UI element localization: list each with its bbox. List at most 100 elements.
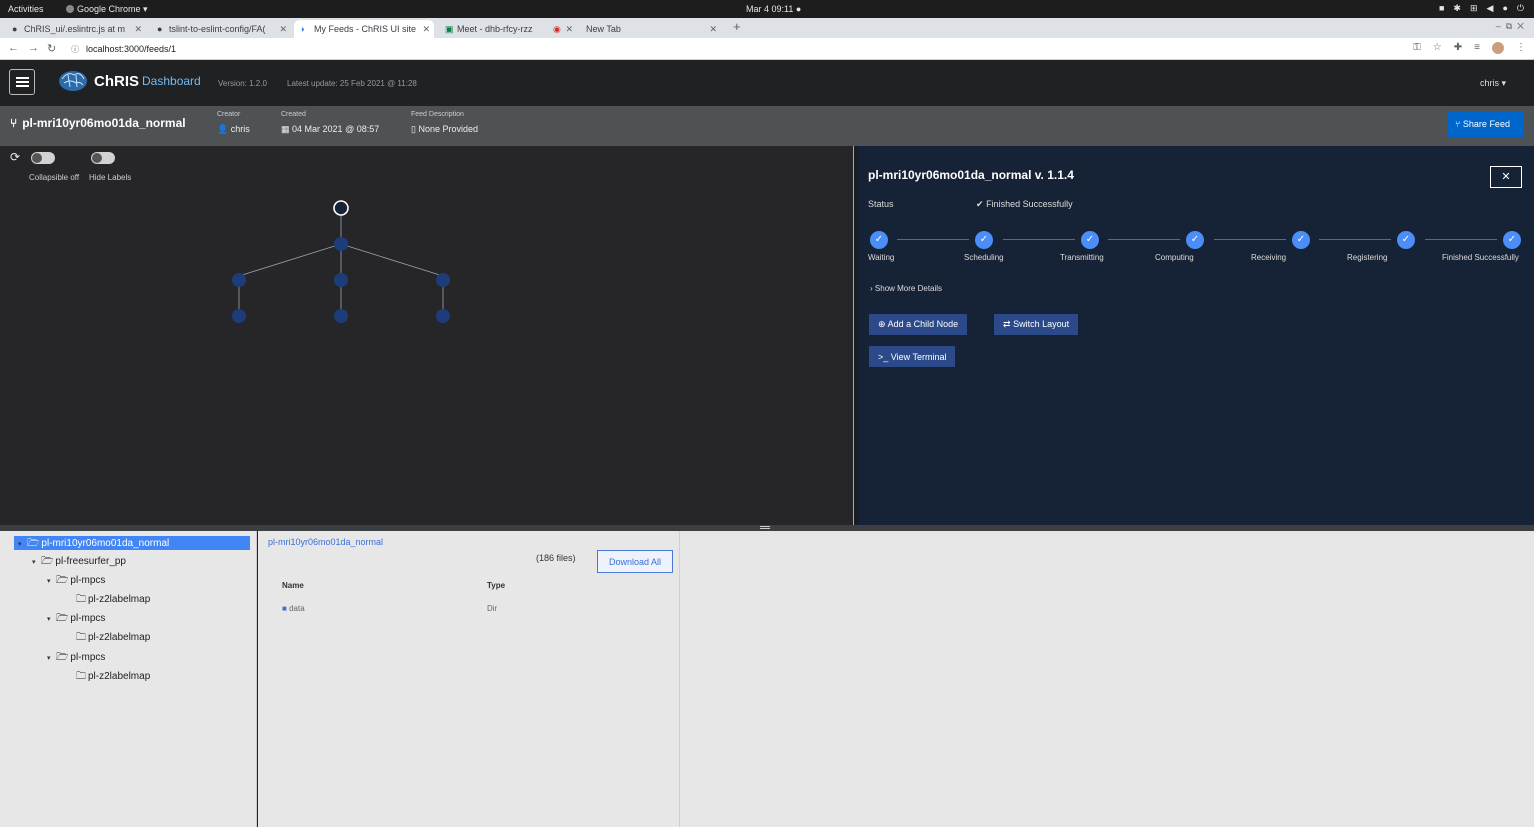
close-tab-icon[interactable]: ✕ bbox=[134, 24, 142, 35]
tree-node-label: pl-z2labelmap bbox=[88, 594, 151, 605]
browser-tab[interactable]: ● ChRIS_ui/.eslintrc.js at m ✕ bbox=[12, 20, 146, 38]
download-all-button[interactable]: Download All bbox=[597, 550, 673, 573]
tree-node-label: pl-z2labelmap bbox=[88, 632, 151, 643]
folder-icon: 🗀 bbox=[76, 594, 86, 605]
tree-node-label: pl-mri10yr06mo01da_normal bbox=[41, 538, 170, 549]
volume-icon[interactable]: ◀ bbox=[1487, 3, 1494, 14]
caret-down-icon[interactable]: ▾ bbox=[18, 540, 27, 548]
tree-node-label: pl-freesurfer_pp bbox=[55, 556, 126, 567]
more-icon[interactable]: ⋮ bbox=[1516, 42, 1526, 54]
step-label: Computing bbox=[1155, 253, 1194, 262]
table-row[interactable]: ■ data bbox=[282, 604, 305, 613]
show-more-label: Show More Details bbox=[874, 284, 943, 293]
brand-name[interactable]: ChRIS bbox=[94, 73, 139, 90]
new-tab-button[interactable]: + bbox=[733, 19, 741, 34]
folder-icon: 🗀 bbox=[76, 632, 86, 643]
tree-node[interactable]: 🗀 pl-z2labelmap bbox=[76, 630, 150, 647]
graph-node[interactable] bbox=[232, 309, 246, 323]
tree-node[interactable]: ▾ 🗁 pl-mpcs bbox=[47, 611, 105, 628]
tree-node[interactable]: ▾ 🗁 pl-freesurfer_pp bbox=[32, 554, 126, 571]
layout-icon: ⇄ bbox=[1003, 319, 1011, 329]
caret-down-icon[interactable]: ▾ bbox=[32, 558, 41, 566]
graph-node[interactable] bbox=[436, 309, 450, 323]
app-menu[interactable]: Google Chrome ▾ bbox=[66, 4, 148, 15]
system-tray[interactable]: ■ ✱ ⊞ ◀ ● ⏻ bbox=[1439, 3, 1524, 14]
close-tab-icon[interactable]: ✕ bbox=[422, 24, 430, 35]
close-tab-icon[interactable]: ✕ bbox=[709, 24, 717, 35]
show-more-details-toggle[interactable]: › Show More Details bbox=[870, 284, 942, 293]
folder-icon: 🗀 bbox=[76, 671, 86, 682]
network-icon[interactable]: ⊞ bbox=[1470, 3, 1478, 14]
step-check-icon: ✓ bbox=[1081, 231, 1099, 249]
reload-icon[interactable]: ↻ bbox=[47, 42, 56, 55]
url-field[interactable]: localhost:3000/feeds/1 bbox=[86, 44, 176, 54]
step-label: Finished Successfully bbox=[1442, 253, 1519, 262]
browser-tab-active[interactable]: ◗ My Feeds - ChRIS UI site ✕ bbox=[294, 20, 434, 38]
user-menu[interactable]: chris ▾ bbox=[1480, 78, 1506, 89]
step-label: Scheduling bbox=[964, 253, 1004, 262]
settings-icon[interactable]: ✱ bbox=[1453, 3, 1461, 14]
chris-brain-logo-icon bbox=[59, 71, 87, 91]
plus-circle-icon: ⊕ bbox=[878, 319, 886, 329]
hamburger-menu-button[interactable] bbox=[9, 69, 35, 95]
step-label: Waiting bbox=[868, 253, 895, 262]
record-icon: ◉ bbox=[553, 24, 561, 34]
graph-node[interactable] bbox=[334, 237, 348, 251]
node-details-panel: pl-mri10yr06mo01da_normal v. 1.1.4 ✕ Sta… bbox=[858, 146, 1534, 525]
feed-title: ⑂ pl-mri10yr06mo01da_normal bbox=[10, 116, 186, 130]
tab-label: New Tab bbox=[586, 24, 621, 34]
tab-label: My Feeds - ChRIS UI site bbox=[314, 24, 417, 34]
tab-label: Meet - dhb-rfcy-rzz bbox=[457, 24, 533, 34]
step-connector bbox=[1003, 239, 1075, 240]
graph-node[interactable] bbox=[334, 273, 348, 287]
mic-icon[interactable]: ● bbox=[1502, 3, 1507, 14]
tree-node[interactable]: 🗀 pl-z2labelmap bbox=[76, 592, 150, 609]
tree-node[interactable]: 🗀 pl-z2labelmap bbox=[76, 669, 150, 686]
folder-open-icon: 🗁 bbox=[56, 652, 69, 663]
close-tab-icon[interactable]: ✕ bbox=[279, 24, 287, 35]
menu-icon[interactable]: ≡ bbox=[1474, 42, 1480, 54]
browser-tab[interactable]: ◉ New Tab ✕ bbox=[553, 20, 721, 38]
share-feed-button[interactable]: ⑂ Share Feed bbox=[1447, 111, 1523, 137]
graph-node[interactable] bbox=[232, 273, 246, 287]
forward-icon[interactable]: → bbox=[28, 42, 39, 54]
switch-layout-button[interactable]: ⇄ Switch Layout bbox=[994, 314, 1079, 335]
add-child-node-button[interactable]: ⊕ Add a Child Node bbox=[869, 314, 968, 335]
branch-icon: ⑂ bbox=[10, 116, 18, 130]
graph-node[interactable] bbox=[436, 273, 450, 287]
step-connector bbox=[1425, 239, 1497, 240]
extensions-icon[interactable]: ✚ bbox=[1454, 42, 1462, 54]
profile-avatar[interactable] bbox=[1492, 42, 1504, 54]
graph-node-root[interactable] bbox=[333, 200, 349, 216]
power-icon[interactable]: ⏻ bbox=[1517, 3, 1524, 14]
tree-node-label: pl-mpcs bbox=[70, 652, 106, 663]
close-details-button[interactable]: ✕ bbox=[1490, 166, 1522, 188]
graph-node[interactable] bbox=[334, 309, 348, 323]
browser-tab[interactable]: ● tslint-to-eslint-config/FA( ✕ bbox=[157, 20, 291, 38]
window-controls[interactable]: ‒ ⧉ ✕ bbox=[1496, 21, 1524, 32]
breadcrumb[interactable]: pl-mri10yr06mo01da_normal bbox=[268, 537, 383, 547]
caret-down-icon[interactable]: ▾ bbox=[47, 577, 56, 585]
feed-tree-graph[interactable] bbox=[0, 146, 853, 525]
caret-down-icon[interactable]: ▾ bbox=[47, 654, 56, 662]
add-child-label: Add a Child Node bbox=[887, 319, 959, 329]
star-icon[interactable]: ☆ bbox=[1433, 42, 1442, 54]
caret-down-icon[interactable]: ▾ bbox=[47, 615, 56, 623]
step-label: Transmitting bbox=[1060, 253, 1104, 262]
zoom-icon[interactable]: ■ bbox=[1439, 3, 1444, 14]
clock[interactable]: Mar 4 09:11 ● bbox=[746, 4, 801, 14]
back-icon[interactable]: ← bbox=[8, 42, 19, 54]
step-check-icon: ✓ bbox=[870, 231, 888, 249]
step-connector bbox=[897, 239, 969, 240]
view-terminal-button[interactable]: >_ View Terminal bbox=[869, 346, 956, 367]
meet-icon: ▣ bbox=[445, 24, 454, 34]
terminal-icon: >_ bbox=[878, 351, 889, 362]
info-icon[interactable]: ⓘ bbox=[71, 44, 79, 55]
folder-open-icon: 🗁 bbox=[56, 613, 69, 624]
step-connector bbox=[1319, 239, 1391, 240]
activities-button[interactable]: Activities bbox=[8, 4, 44, 14]
tree-node[interactable]: ▾ 🗁 pl-mri10yr06mo01da_normal bbox=[14, 536, 250, 550]
tree-node[interactable]: ▾ 🗁 pl-mpcs bbox=[47, 573, 105, 590]
tree-node[interactable]: ▾ 🗁 pl-mpcs bbox=[47, 650, 105, 667]
key-icon[interactable]: ⚿ bbox=[1413, 42, 1421, 54]
